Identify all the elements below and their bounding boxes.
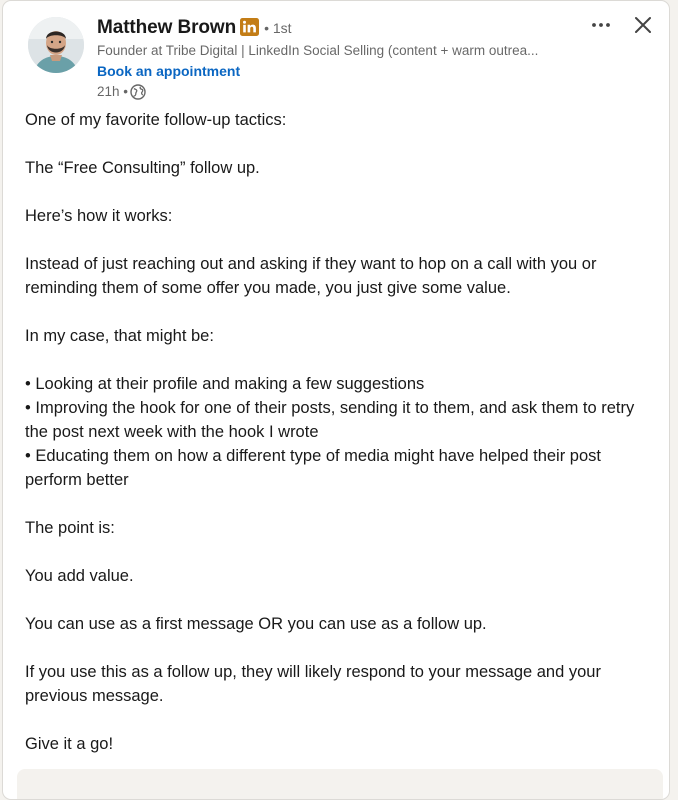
- linkedin-premium-icon: [240, 18, 260, 36]
- post-paragraph: If you use this as a follow up, they wil…: [25, 663, 601, 705]
- more-options-button[interactable]: [585, 9, 617, 41]
- post-time: 21h •: [97, 84, 129, 99]
- list-item: • Educating them on how a different type…: [25, 447, 601, 489]
- connection-degree: • 1st: [264, 20, 292, 36]
- book-appointment-link[interactable]: Book an appointment: [97, 61, 240, 81]
- list-item: • Looking at their profile and making a …: [25, 375, 425, 393]
- globe-icon: [130, 84, 146, 100]
- post-paragraph: Give it a go!: [25, 735, 114, 753]
- post-paragraph: The “Free Consulting” follow up.: [25, 159, 260, 177]
- close-icon: [635, 17, 651, 33]
- author-headline: Founder at Tribe Digital | LinkedIn Soci…: [97, 43, 539, 58]
- post-paragraph: Here’s how it works:: [25, 207, 173, 225]
- author-name-row: Matthew Brown • 1st: [97, 15, 577, 41]
- post-meta: 21h •: [97, 82, 577, 102]
- post-paragraph: In my case, that might be:: [25, 327, 214, 345]
- close-button[interactable]: [627, 9, 659, 41]
- bullet-list: • Looking at their profile and making a …: [25, 372, 645, 492]
- post-card: Matthew Brown • 1st Founder at Tribe Dig…: [2, 0, 670, 800]
- post-header: Matthew Brown • 1st Founder at Tribe Dig…: [97, 15, 577, 102]
- post-paragraph: Instead of just reaching out and asking …: [25, 255, 597, 297]
- more-horizontal-icon: [592, 23, 610, 27]
- post-paragraph: The point is:: [25, 519, 115, 537]
- post-text: One of my favorite follow-up tactics: Th…: [25, 108, 645, 780]
- post-paragraph: You can use as a first message OR you ca…: [25, 615, 487, 633]
- list-item: • Improving the hook for one of their po…: [25, 399, 635, 441]
- author-avatar[interactable]: [28, 17, 84, 73]
- post-paragraph: One of my favorite follow-up tactics:: [25, 111, 287, 129]
- author-name[interactable]: Matthew Brown: [97, 17, 236, 39]
- post-paragraph: You add value.: [25, 567, 134, 585]
- profile-photo: [28, 17, 84, 73]
